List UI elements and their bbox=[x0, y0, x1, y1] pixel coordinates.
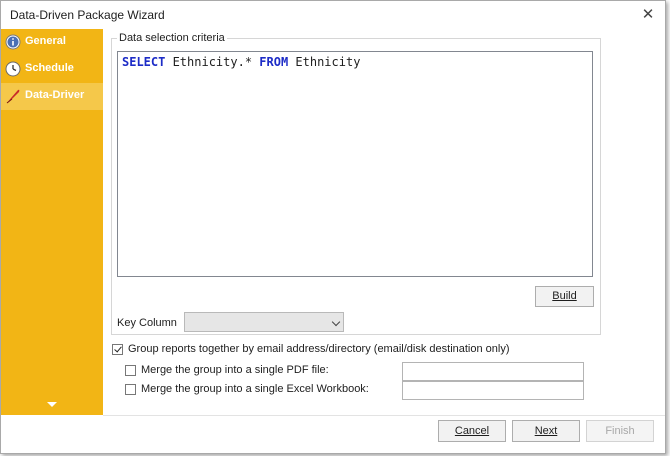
sidebar: General Schedule Data-Driver bbox=[1, 29, 103, 415]
close-icon[interactable]: ✕ bbox=[637, 4, 659, 26]
build-button-label: Build bbox=[552, 290, 577, 302]
chevron-down-icon bbox=[331, 317, 341, 327]
sidebar-item-general[interactable]: General bbox=[1, 29, 103, 56]
group-reports-checkbox[interactable] bbox=[112, 344, 123, 355]
sql-text: Ethnicity bbox=[288, 55, 361, 69]
cancel-button-label: Cancel bbox=[454, 425, 490, 437]
quill-icon bbox=[6, 89, 20, 104]
footer-divider bbox=[103, 415, 665, 416]
wizard-window: Data-Driven Package Wizard ✕ General Sch… bbox=[0, 0, 666, 454]
info-icon bbox=[5, 34, 21, 50]
key-column-select[interactable] bbox=[184, 312, 344, 332]
query-editor[interactable]: SELECT Ethnicity.* FROM Ethnicity bbox=[117, 51, 593, 277]
sidebar-item-data-driver[interactable]: Data-Driver bbox=[1, 83, 103, 110]
sidebar-item-schedule[interactable]: Schedule bbox=[1, 56, 103, 83]
data-selection-group: Data selection criteria SELECT Ethnicity… bbox=[111, 32, 601, 335]
group-reports-label: Group reports together by email address/… bbox=[128, 343, 510, 355]
sidebar-item-label: Schedule bbox=[25, 62, 74, 74]
sql-keyword: SELECT bbox=[122, 55, 166, 69]
next-button[interactable]: Next bbox=[512, 420, 580, 442]
merge-excel-checkbox[interactable] bbox=[125, 384, 136, 395]
merge-pdf-input[interactable] bbox=[402, 362, 584, 381]
title-bar: Data-Driven Package Wizard ✕ bbox=[1, 1, 665, 29]
build-button[interactable]: Build bbox=[535, 286, 594, 307]
clock-icon bbox=[5, 61, 21, 77]
cancel-button[interactable]: Cancel bbox=[438, 420, 506, 442]
sidebar-item-label: Data-Driver bbox=[25, 89, 85, 101]
sql-keyword: FROM bbox=[259, 55, 289, 69]
finish-button: Finish bbox=[586, 420, 654, 442]
group-legend: Data selection criteria bbox=[117, 32, 227, 44]
merge-excel-input[interactable] bbox=[402, 381, 584, 400]
window-title: Data-Driven Package Wizard bbox=[10, 8, 165, 22]
finish-button-label: Finish bbox=[605, 425, 635, 437]
sidebar-item-label: General bbox=[25, 35, 66, 47]
merge-excel-label: Merge the group into a single Excel Work… bbox=[141, 383, 369, 395]
next-button-label: Next bbox=[534, 425, 558, 437]
key-column-label: Key Column bbox=[117, 317, 177, 329]
merge-pdf-label: Merge the group into a single PDF file: bbox=[141, 364, 329, 376]
sql-text: Ethnicity.* bbox=[165, 55, 260, 69]
sidebar-scroll-down-icon[interactable] bbox=[47, 402, 57, 407]
merge-pdf-checkbox[interactable] bbox=[125, 365, 136, 376]
